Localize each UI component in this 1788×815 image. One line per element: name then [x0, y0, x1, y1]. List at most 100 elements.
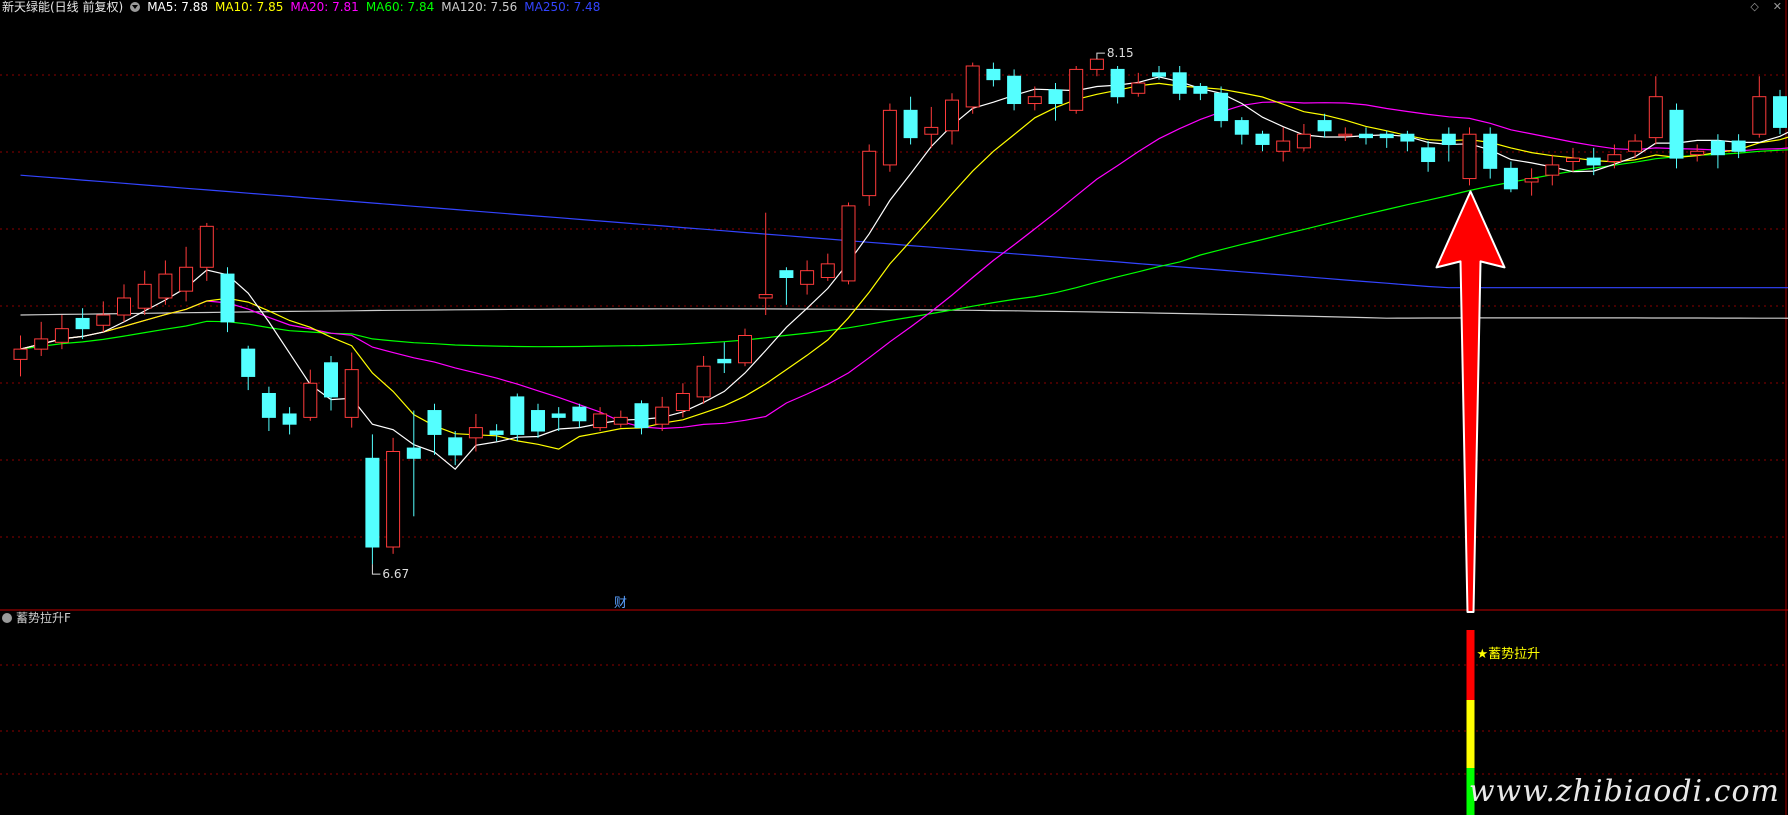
candle [1234, 117, 1249, 145]
candle [572, 403, 587, 428]
candle-body [655, 406, 670, 425]
candle-body [1441, 133, 1456, 145]
high-pointer [1096, 52, 1105, 60]
candle-body [261, 392, 276, 418]
candle [365, 434, 380, 565]
sub-panel-header: 蓄势拉升F [0, 611, 71, 625]
candle-body [137, 283, 152, 309]
candle-body [303, 382, 318, 418]
candle [1731, 134, 1746, 159]
candle [1752, 76, 1767, 138]
candle [282, 407, 297, 435]
signal-arrow [1435, 190, 1506, 613]
candle-body [1731, 140, 1746, 152]
candle [675, 383, 690, 418]
candle [510, 393, 525, 442]
candle [841, 202, 856, 285]
candle-body [551, 413, 566, 418]
candle [1110, 65, 1125, 104]
candle [75, 308, 90, 339]
candle-body [1483, 133, 1498, 169]
candle [1007, 69, 1022, 111]
low-pointer [371, 564, 381, 575]
candle-body [1524, 178, 1539, 183]
candle-body [1338, 133, 1353, 137]
chart-header: 新天绿能(日线 前复权) MA5: 7.88 MA10: 7.85 MA20: … [0, 0, 600, 14]
candle-body [986, 68, 1001, 81]
candle-body [199, 225, 214, 268]
candle [1069, 65, 1084, 114]
candle [344, 352, 359, 428]
candle-body [696, 365, 711, 398]
candle [1193, 83, 1208, 101]
candle-body [1607, 154, 1622, 163]
candle [427, 403, 442, 455]
candle-body [324, 362, 338, 398]
settings-toggle-icon[interactable] [130, 2, 141, 12]
close-icon[interactable]: ✕ [1773, 0, 1782, 13]
candle-body [282, 413, 297, 425]
indicator-toggle-icon[interactable] [2, 613, 12, 623]
candle-body [1172, 72, 1187, 94]
candle [137, 270, 152, 316]
candle [1296, 123, 1311, 152]
ma20-label: MA20: 7.81 [290, 0, 359, 14]
candle-body [1152, 72, 1166, 77]
candle [117, 284, 131, 322]
candle [862, 144, 877, 206]
signal-bar-yellow [1466, 700, 1475, 768]
candle [965, 62, 980, 114]
candle-body [13, 348, 28, 360]
signal-bar-red [1466, 630, 1475, 700]
candle-body [1379, 133, 1394, 139]
candle-body [1007, 75, 1022, 105]
indicator-title: 蓄势拉升F [16, 611, 71, 625]
candle [1773, 89, 1787, 135]
candle [1524, 168, 1539, 196]
candle-body [1690, 150, 1705, 156]
candle [1462, 127, 1477, 186]
candle-body [1773, 96, 1787, 128]
candle-body [1421, 147, 1436, 163]
candle [1379, 130, 1394, 148]
candle [1276, 127, 1291, 162]
candle [655, 396, 670, 432]
candle-body [1193, 85, 1208, 94]
low-price-label: 6.67 [382, 567, 409, 581]
candle [199, 222, 214, 281]
candle-body [96, 314, 111, 326]
candlestick-chart[interactable]: 8.15 6.67 财 ★蓄势拉升 [0, 0, 1788, 815]
candle [945, 93, 959, 145]
candle-body [820, 263, 835, 279]
candle [1400, 130, 1415, 152]
candle-body [593, 413, 608, 429]
candle-body [634, 403, 649, 429]
candle-body [1048, 89, 1063, 105]
candle-body [1255, 133, 1270, 145]
candle-body [862, 150, 877, 197]
candle-body [117, 297, 131, 316]
candle [179, 246, 194, 302]
candle-body [406, 447, 421, 459]
candle [96, 301, 111, 333]
finance-marker: 财 [614, 596, 627, 611]
candle-body [1462, 133, 1477, 180]
candle-body [241, 348, 256, 377]
candle-body [1545, 164, 1560, 176]
candle [468, 413, 483, 452]
ma5-label: MA5: 7.88 [147, 0, 208, 14]
candle-body [1317, 120, 1332, 132]
candle [261, 386, 276, 432]
candle-body [75, 317, 90, 330]
candle-body [365, 457, 380, 548]
candle-body [1628, 140, 1643, 152]
candle-body [613, 416, 628, 425]
candle-body [489, 430, 504, 435]
candle [531, 403, 545, 438]
diamond-icon[interactable]: ◇ [1750, 0, 1758, 13]
candle-body [158, 273, 173, 299]
candle-body [1648, 96, 1663, 139]
ma250-label: MA250: 7.48 [524, 0, 601, 14]
candle [1359, 127, 1373, 145]
candle [1483, 127, 1498, 179]
